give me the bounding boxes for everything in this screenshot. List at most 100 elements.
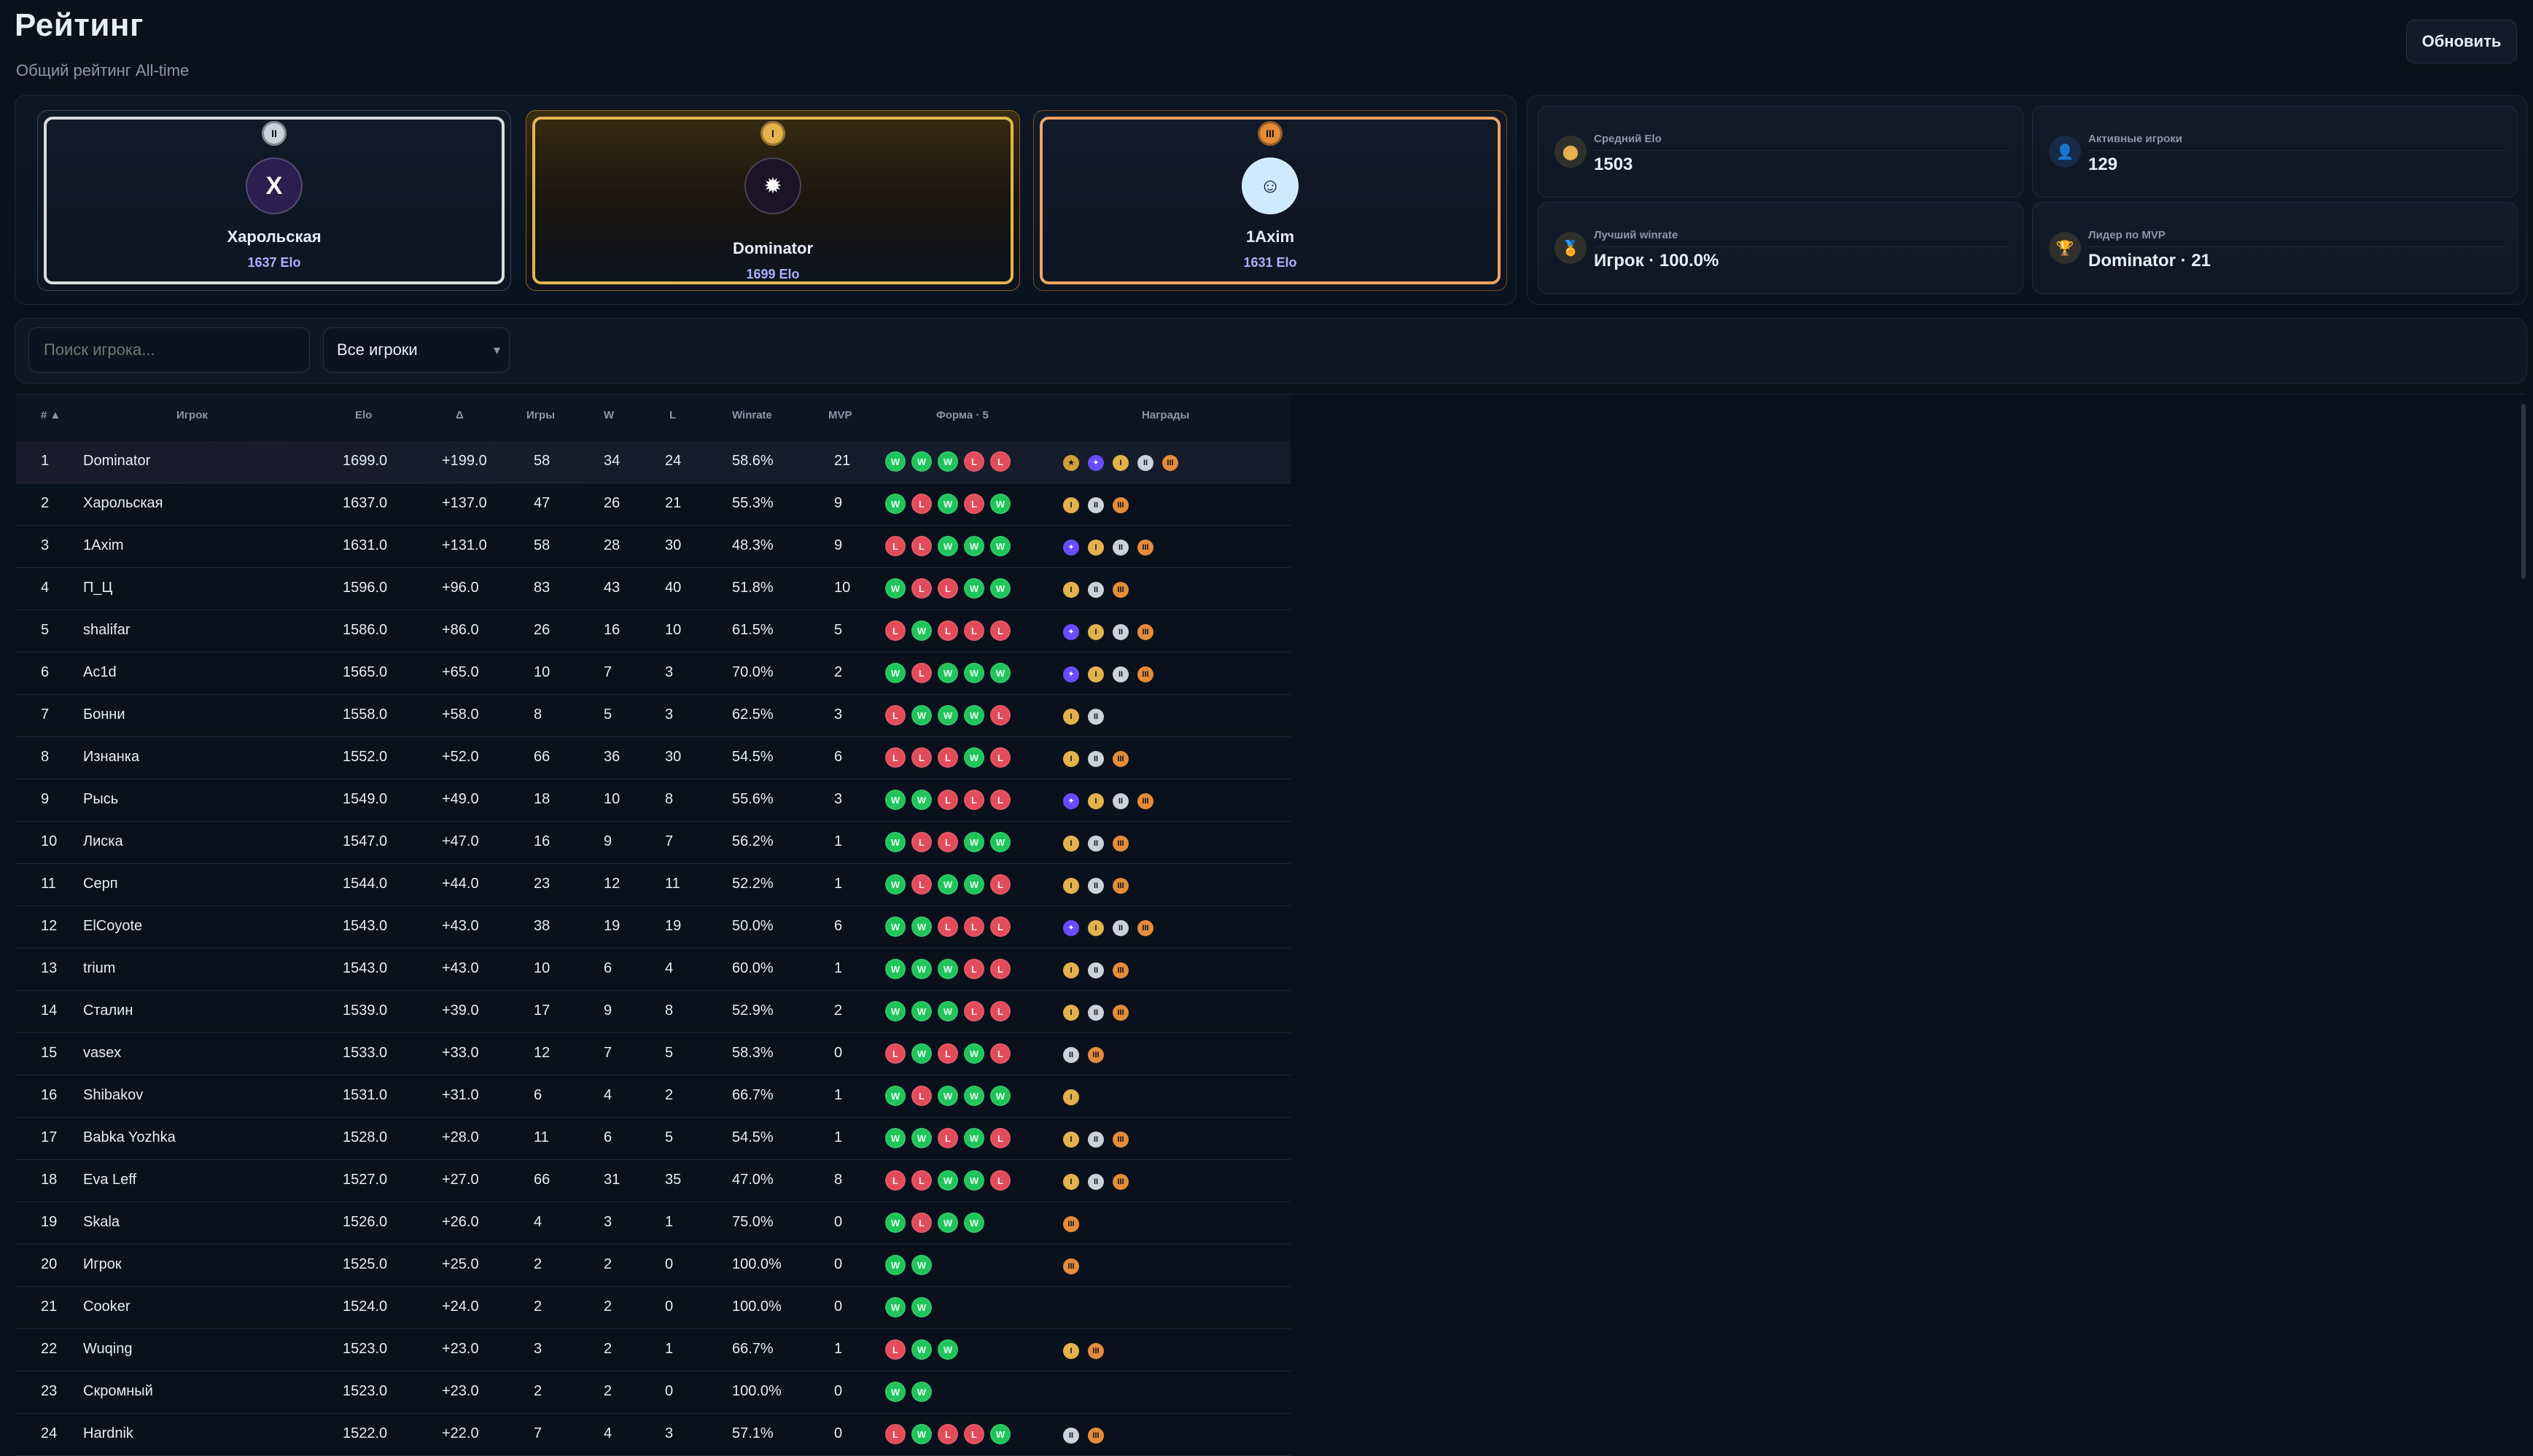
trophy-award-icon: ✦ (1088, 454, 1104, 471)
cell-rank: 13 (41, 960, 58, 976)
table-row[interactable]: 12 ElCoyote 1543.0 +43.0 38 19 19 50.0% 6 W W L L L ✦ I… (16, 906, 1291, 949)
table-row[interactable]: 1 Dominator 1699.0 +199.0 58 34 24 58.6% 21 W W W L L… (16, 441, 1291, 483)
stat-label: Лучший winrate (1594, 229, 1678, 241)
star-icon: 🏆 (2049, 232, 2081, 264)
loss-pill: L (990, 451, 1011, 472)
podium-card-3[interactable]: III ☺ 1Axim 1631 Elo (1033, 110, 1507, 291)
header-winrate[interactable]: Winrate (732, 409, 772, 421)
loss-pill: L (938, 790, 958, 810)
table-row[interactable]: 11 Серп 1544.0 +44.0 23 12 11 52.2% 1 W L W W L I II III (16, 864, 1291, 906)
cell-rank: 7 (41, 706, 50, 723)
win-pill: W (990, 663, 1011, 683)
loss-pill: L (885, 1043, 906, 1064)
awards: I III (1063, 1341, 1113, 1359)
cell-delta: +49.0 (442, 791, 479, 807)
table-row[interactable]: 19 Skala 1526.0 +26.0 4 3 1 75.0% 0 W L W W III (16, 1202, 1291, 1245)
table-row[interactable]: 13 trium 1543.0 +43.0 10 6 4 60.0% 1 W W W L L I II III (16, 949, 1291, 991)
character-avatar-icon: ☺ (1259, 174, 1281, 197)
search-input[interactable] (28, 327, 310, 373)
cell-mvp: 6 (834, 749, 843, 765)
header-w[interactable]: W (604, 409, 614, 421)
table-row[interactable]: 18 Eva Leff 1527.0 +27.0 66 31 35 47.0% 8 L L W W L I I… (16, 1160, 1291, 1202)
gold-medal-icon: I (760, 121, 785, 146)
rating-table: # ▲ Игрок Elo Δ Игры W L Winrate MVP Фор… (15, 394, 2526, 1456)
cell-delta: +33.0 (442, 1045, 479, 1061)
header-games[interactable]: Игры (526, 409, 555, 421)
cell-elo: 1543.0 (343, 918, 388, 934)
table-row[interactable]: 16 Shibakov 1531.0 +31.0 6 4 2 66.7% 1 W L W W W I (16, 1075, 1291, 1118)
loss-pill: L (964, 494, 984, 514)
gold-award-icon: I (1063, 1005, 1079, 1021)
header-player[interactable]: Игрок (176, 409, 208, 421)
gold-award-icon: I (1063, 878, 1079, 894)
table-row[interactable]: 24 Hardnik 1522.0 +22.0 7 4 3 57.1% 0 L W L L W II III (16, 1414, 1291, 1456)
win-pill: W (885, 1128, 906, 1148)
win-pill: W (911, 790, 932, 810)
cell-games: 26 (534, 622, 550, 638)
silver-award-icon: II (1088, 962, 1104, 978)
podium-elo: 1637 Elo (247, 255, 301, 270)
bronze-medal-icon: III (1258, 121, 1283, 146)
win-pill: W (911, 1128, 932, 1148)
form-streak: WWLLL (885, 916, 1016, 937)
header-rank[interactable]: # ▲ (41, 409, 61, 421)
header-elo[interactable]: Elo (355, 409, 372, 421)
header-l[interactable]: L (669, 409, 676, 421)
table-row[interactable]: 17 Babka Yozhka 1528.0 +28.0 11 6 5 54.5% 1 W W L W L… (16, 1118, 1291, 1160)
cell-player: Babka Yozhka (83, 1129, 176, 1145)
cell-winrate: 70.0% (732, 664, 774, 680)
chevron-down-icon: ▾ (493, 343, 500, 357)
table-row[interactable]: 7 Бонни 1558.0 +58.0 8 5 3 62.5% 3 L W W W L I II (16, 695, 1291, 737)
vertical-scrollbar[interactable] (2521, 404, 2526, 579)
stat-average-elo: ⬤ Средний Elo 1503 (1538, 106, 2023, 198)
podium-card-2[interactable]: II X Харольская 1637 Elo (37, 110, 511, 291)
cell-w: 9 (604, 833, 612, 849)
table-row[interactable]: 10 Лиска 1547.0 +47.0 16 9 7 56.2% 1 W L L W W I II III (16, 822, 1291, 864)
header-awards[interactable]: Награды (1142, 409, 1189, 421)
bronze-award-icon: III (1113, 751, 1129, 767)
loss-pill: L (938, 620, 958, 641)
players-filter-select[interactable]: Все игроки ▾ (323, 327, 510, 373)
table-row[interactable]: 21 Cooker 1524.0 +24.0 2 2 0 100.0% 0 W W (16, 1287, 1291, 1329)
loss-pill: L (885, 705, 906, 725)
header-form[interactable]: Форма · 5 (936, 409, 989, 421)
cell-w: 43 (604, 580, 620, 596)
form-streak: WWLWL (885, 1128, 1016, 1148)
table-row[interactable]: 8 Изнанка 1552.0 +52.0 66 36 30 54.5% 6 L L L W L I II I… (16, 737, 1291, 779)
loss-pill: L (964, 916, 984, 937)
podium-card-1[interactable]: I ✹ Dominator 1699 Elo (526, 110, 1020, 291)
table-row[interactable]: 6 Ac1d 1565.0 +65.0 10 7 3 70.0% 2 W L W W W ✦ I II III (16, 653, 1291, 695)
win-pill: W (938, 1339, 958, 1360)
cell-games: 10 (534, 960, 550, 976)
cell-player: Серп (83, 876, 118, 892)
win-pill: W (911, 705, 932, 725)
table-row[interactable]: 23 Скромный 1523.0 +23.0 2 2 0 100.0% 0 W W (16, 1371, 1291, 1414)
table-row[interactable]: 20 Игрок 1525.0 +25.0 2 2 0 100.0% 0 W W III (16, 1245, 1291, 1287)
form-streak: LWLWL (885, 1043, 1016, 1064)
win-pill: W (885, 790, 906, 810)
header-delta[interactable]: Δ (456, 409, 464, 421)
refresh-button[interactable]: Обновить (2406, 20, 2517, 63)
win-pill: W (911, 1382, 932, 1402)
awards: I II III (1063, 749, 1137, 767)
table-row[interactable]: 22 Wuqing 1523.0 +23.0 3 2 1 66.7% 1 L W W I III (16, 1329, 1291, 1371)
header-mvp[interactable]: MVP (828, 409, 852, 421)
table-row[interactable]: 3 1Axim 1631.0 +131.0 58 28 30 48.3% 9 L L W W W ✦ I II I… (16, 526, 1291, 568)
silver-award-icon: II (1113, 920, 1129, 936)
cell-l: 21 (665, 495, 682, 511)
table-row[interactable]: 14 Сталин 1539.0 +39.0 17 9 8 52.9% 2 W W W L L I II III (16, 991, 1291, 1033)
table-row[interactable]: 4 П_Ц 1596.0 +96.0 83 43 40 51.8% 10 W L L W W I II III (16, 568, 1291, 610)
cell-l: 35 (665, 1172, 682, 1188)
table-row[interactable]: 9 Рысь 1549.0 +49.0 18 10 8 55.6% 3 W W L L L ✦ I II III (16, 779, 1291, 822)
cell-player: ElCoyote (83, 918, 143, 934)
trophy-award-icon: ✦ (1063, 539, 1079, 556)
table-row[interactable]: 2 Харольская 1637.0 +137.0 47 26 21 55.3% 9 W L W L W… (16, 483, 1291, 526)
cell-mvp: 9 (834, 537, 843, 553)
cell-l: 5 (665, 1129, 674, 1145)
table-row[interactable]: 5 shalifar 1586.0 +86.0 26 16 10 61.5% 5 L W L L L ✦ I I… (16, 610, 1291, 653)
cell-elo: 1543.0 (343, 960, 388, 976)
win-pill: W (885, 1086, 906, 1106)
table-row[interactable]: 15 vasex 1533.0 +33.0 12 7 5 58.3% 0 L W L W L II III (16, 1033, 1291, 1075)
cell-games: 16 (534, 833, 550, 849)
loss-pill: L (885, 1424, 906, 1444)
